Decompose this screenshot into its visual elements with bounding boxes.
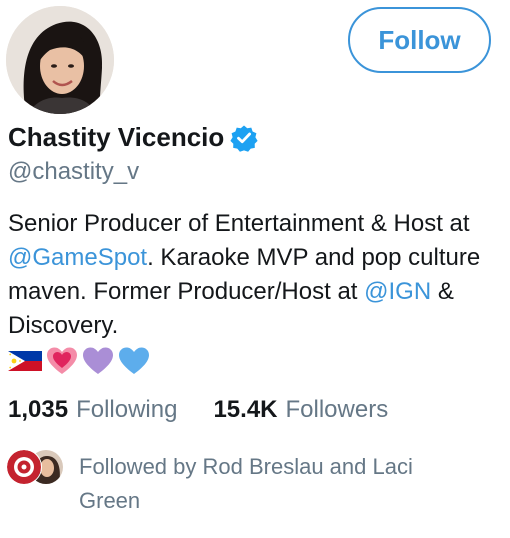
bio-emoji-row: [8, 346, 150, 376]
philippines-flag-icon: [8, 349, 42, 373]
mention-ign-link[interactable]: @IGN: [364, 278, 431, 305]
purple-heart-icon: [82, 346, 114, 376]
followers-stat[interactable]: 15.4K Followers: [213, 396, 388, 424]
profile-stats: 1,035 Following 15.4K Followers: [8, 396, 388, 424]
followed-by-text[interactable]: Followed by Rod Breslau and Laci Green: [79, 450, 479, 518]
profile-avatar[interactable]: [6, 6, 114, 114]
following-stat[interactable]: 1,035 Following: [8, 396, 177, 424]
profile-name-row: Chastity Vicencio: [8, 122, 258, 153]
profile-handle[interactable]: @chastity_v: [8, 158, 139, 186]
sparkling-heart-icon: [46, 346, 78, 376]
following-label: Following: [76, 396, 178, 423]
followed-by-avatars[interactable]: [6, 449, 64, 485]
mention-gamespot-link[interactable]: @GameSpot: [8, 244, 147, 271]
followers-count: 15.4K: [213, 396, 278, 423]
following-count: 1,035: [8, 396, 69, 423]
profile-card: Follow Chastity Vicencio @chastity_v Sen…: [0, 0, 510, 538]
follow-button[interactable]: Follow: [348, 7, 491, 73]
followers-label: Followers: [285, 396, 389, 423]
display-name[interactable]: Chastity Vicencio: [8, 122, 224, 153]
bio-text: Senior Producer of Entertainment & Host …: [8, 210, 470, 237]
follower-avatar: [6, 449, 42, 485]
blue-heart-icon: [118, 346, 150, 376]
profile-bio: Senior Producer of Entertainment & Host …: [8, 207, 502, 343]
verified-badge-icon: [230, 124, 258, 152]
